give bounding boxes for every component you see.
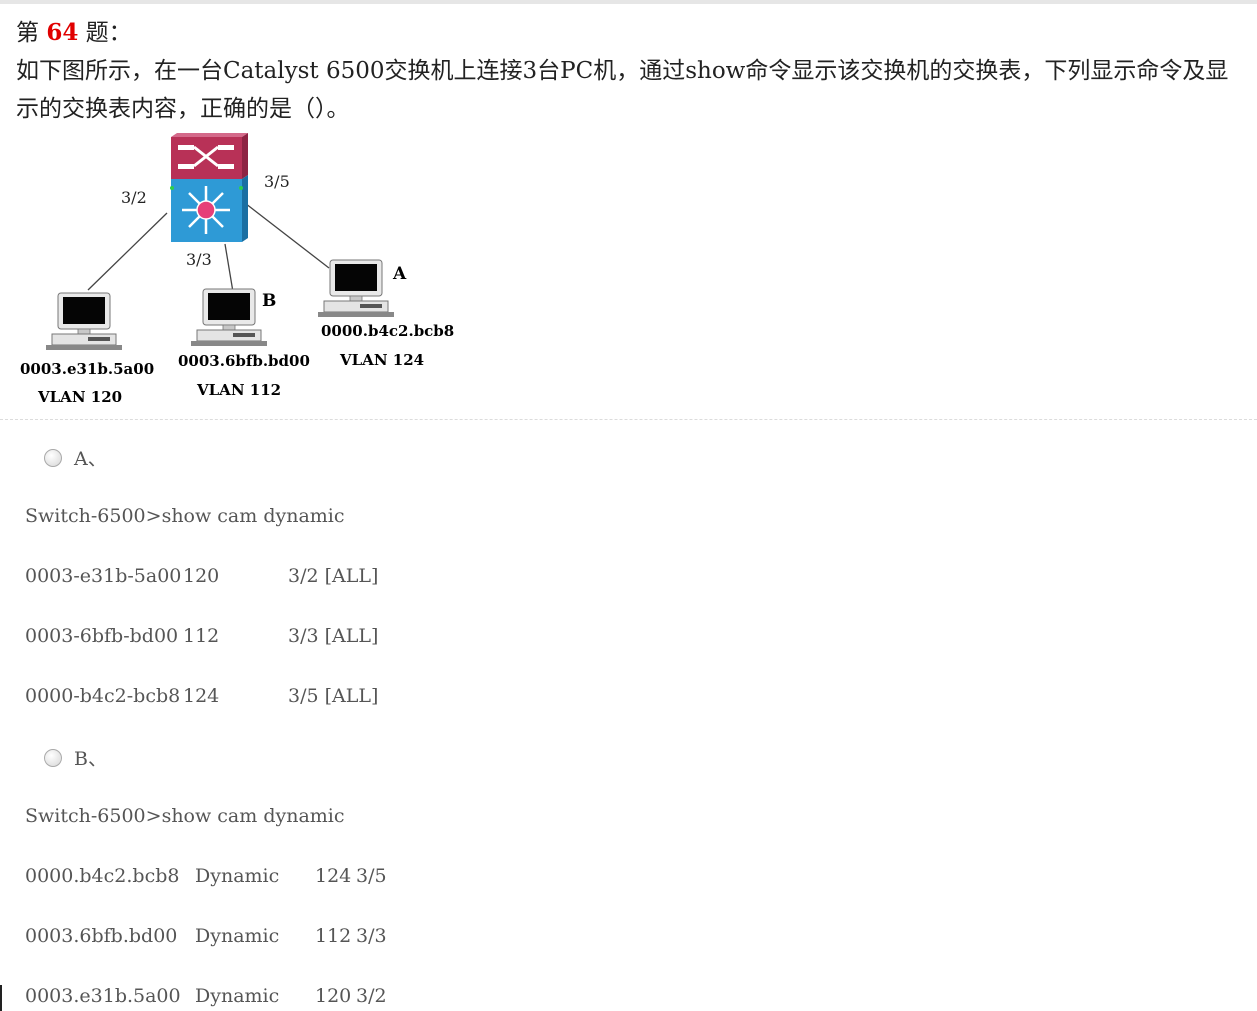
cable-3-5 xyxy=(240,199,330,269)
question-header: 第 64 题： xyxy=(16,16,132,50)
option-a-command: Switch-6500>show cam dynamic xyxy=(25,505,345,527)
option-b-label: B、 xyxy=(74,748,107,770)
cable-3-2 xyxy=(87,212,168,291)
host-vlan: VLAN 120 xyxy=(37,388,122,406)
host-mac: 0003.e31b.5a00 xyxy=(20,360,154,378)
pc-icon xyxy=(45,292,123,351)
option-b[interactable]: B、 xyxy=(44,744,107,771)
option-a-radio[interactable] xyxy=(44,448,62,467)
switch-icon xyxy=(170,133,248,242)
host-tag: B xyxy=(262,291,276,311)
host-mac: 0000.b4c2.bcb8 xyxy=(321,322,454,340)
option-b-command: Switch-6500>show cam dynamic xyxy=(25,805,345,827)
top-border xyxy=(0,0,1257,4)
host-vlan: VLAN 124 xyxy=(339,351,424,369)
host-vlan: VLAN 112 xyxy=(196,381,281,399)
left-edge-mark xyxy=(0,985,2,1011)
option-a[interactable]: A、 xyxy=(44,444,107,471)
question-number: 64 xyxy=(46,19,79,46)
port-label-3-2: 3/2 xyxy=(121,188,147,207)
question-suffix: 题： xyxy=(85,20,132,46)
host-mac: 0003.6bfb.bd00 xyxy=(178,352,310,370)
host-tag: A xyxy=(392,264,407,284)
separator xyxy=(0,419,1257,420)
option-b-radio[interactable] xyxy=(44,748,62,767)
cable-3-3 xyxy=(224,243,234,293)
network-diagram: 3/2 3/3 3/5 0003.e31b.5a00 VLAN 120 B 00… xyxy=(20,133,454,406)
pc-icon xyxy=(190,288,268,347)
question-prefix: 第 xyxy=(16,20,39,46)
option-a-label: A、 xyxy=(74,448,107,470)
pc-icon xyxy=(317,259,395,318)
question-text: 如下图所示，在一台Catalyst 6500交换机上连接3台PC机，通过show… xyxy=(16,58,1229,122)
port-label-3-5: 3/5 xyxy=(264,172,290,191)
port-label-3-3: 3/3 xyxy=(186,250,212,269)
